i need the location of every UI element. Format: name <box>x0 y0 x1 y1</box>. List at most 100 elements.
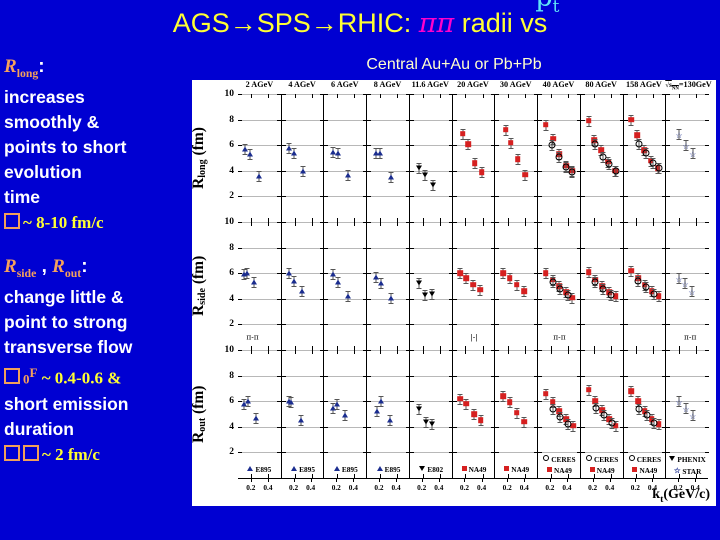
gridline <box>238 324 281 326</box>
rlong-line-2: smoothly & <box>4 111 100 132</box>
error-bar-cap <box>288 397 294 399</box>
gridline <box>495 298 539 300</box>
error-bar-cap <box>345 291 351 293</box>
gridline <box>495 170 539 172</box>
error-bar-cap <box>463 273 469 275</box>
gridline <box>324 324 368 326</box>
y-tick-mark <box>409 196 414 198</box>
x-tick-mark <box>610 222 612 226</box>
rside-line-3: transverse flow <box>4 336 133 357</box>
error-bar-cap <box>422 299 428 301</box>
error-bar-cap <box>430 189 436 191</box>
error-bar-cap <box>648 155 654 157</box>
y-tick-mark <box>538 196 543 198</box>
error-bar-cap <box>423 426 429 428</box>
gridline <box>666 94 709 95</box>
x-tick-mark <box>250 94 252 98</box>
error-bar-cap <box>521 296 527 298</box>
y-tick-mark <box>580 196 585 198</box>
y-tick-mark <box>324 145 329 147</box>
error-bar-cap <box>416 278 422 280</box>
y-tick-mark <box>324 324 329 326</box>
error-bar-cap <box>378 288 384 290</box>
error-bar-cap <box>242 144 248 146</box>
legend-label: CERES <box>551 455 576 464</box>
x-tick-mark <box>310 479 312 482</box>
data-point-circ <box>592 404 600 412</box>
gridline <box>580 401 624 403</box>
x-tick-mark <box>696 222 698 226</box>
error-bar-cap <box>423 416 429 418</box>
gridline <box>666 426 709 428</box>
plot-panel-r1-c7: π-π <box>537 222 581 350</box>
data-point-circ <box>605 160 613 168</box>
rside-rout-body: change little & point to strong transver… <box>4 285 190 360</box>
error-bar-cap <box>245 406 251 408</box>
y-tick-mark <box>666 145 671 147</box>
data-point-sqr <box>477 287 483 293</box>
y-tick-mark <box>324 196 329 198</box>
error-bar-cap <box>628 265 634 267</box>
data-point-sqr <box>457 270 464 276</box>
y-tick-mark <box>538 375 543 377</box>
x-tick-mark <box>679 222 681 226</box>
error-bar-cap <box>241 279 247 281</box>
plot-panel-r1-c3 <box>366 222 410 350</box>
error-bar-cap <box>471 409 477 410</box>
error-bar-cap <box>514 417 520 419</box>
error-bar-cap <box>556 161 562 163</box>
error-bar-cap <box>470 279 476 281</box>
gridline <box>281 324 325 326</box>
gridline <box>281 426 325 428</box>
rside-symbol: R <box>4 255 17 277</box>
x-tick-label: 0.4 <box>348 483 358 492</box>
y-tick-mark <box>538 170 543 172</box>
x-tick-label: 0.4 <box>605 483 615 492</box>
x-tick-mark <box>397 350 399 354</box>
x-tick-mark <box>508 222 510 226</box>
data-point-circ <box>591 278 599 286</box>
x-tick-mark <box>653 94 655 98</box>
legend-panel-5: NA49 <box>451 452 496 478</box>
x-tick-mark <box>397 94 399 98</box>
data-point-star: ☆ <box>689 412 697 422</box>
left-text-panel: Rlong: increases smoothly & points to sh… <box>4 56 190 526</box>
error-bar-cap <box>643 157 649 159</box>
error-bar-cap <box>586 115 591 117</box>
y-tick-mark <box>495 94 500 95</box>
legend-label: NA49 <box>596 466 615 475</box>
y-tick-mark <box>495 145 500 147</box>
gridline <box>580 350 624 351</box>
data-point-circ <box>564 291 572 299</box>
x-tick-labels: 0.2 0.4 0.2 0.4 0.2 0.4 0.2 0.4 0.2 0.4 0.2 0.4 0.2 0… <box>238 479 708 493</box>
data-point-tri-up <box>246 151 253 157</box>
gridline <box>281 298 325 300</box>
data-point-sqr <box>507 275 513 282</box>
error-bar-cap <box>300 175 306 177</box>
y-tick-mark <box>367 119 372 121</box>
gridline <box>580 324 624 326</box>
gridline <box>238 119 281 121</box>
gridline <box>281 94 325 95</box>
gridline <box>409 324 453 326</box>
rside-line-5: duration <box>4 419 74 440</box>
data-point-tri-dn <box>416 406 423 412</box>
data-point-circ <box>634 277 642 285</box>
error-bar-cap <box>457 278 463 280</box>
square-icon <box>461 466 467 471</box>
legend-label: CERES <box>594 455 619 464</box>
y-tick-mark <box>367 170 372 172</box>
y-tick-mark <box>452 119 457 121</box>
data-point-circ <box>591 140 599 148</box>
gridline <box>324 298 368 300</box>
data-point-tri-up <box>290 278 297 284</box>
legend-label: E895 <box>255 465 272 474</box>
y-tick-mark <box>324 247 329 249</box>
data-point-sqr <box>507 399 513 406</box>
error-bar-cap <box>472 168 478 170</box>
error-bar-cap <box>500 401 506 403</box>
legend-panel-6: NA49 <box>494 452 538 478</box>
gridline <box>666 375 709 377</box>
error-bar-cap <box>330 412 336 414</box>
y-tick-mark <box>704 94 709 95</box>
